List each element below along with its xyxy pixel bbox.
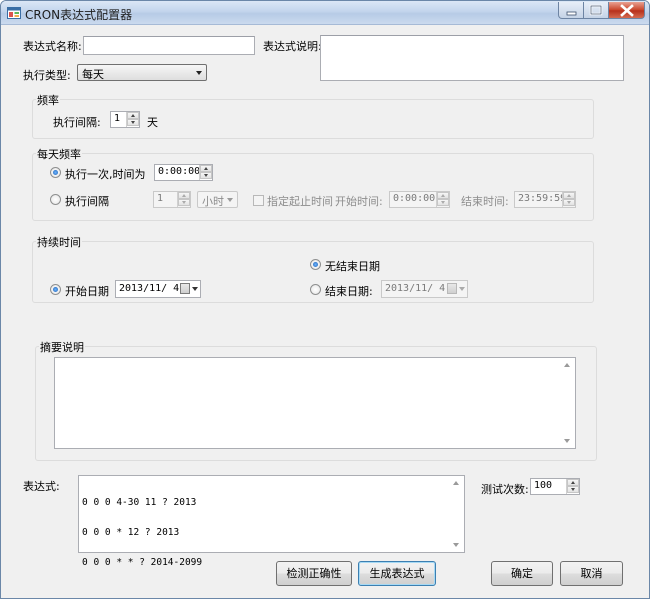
end-time-label: 结束时间: <box>461 195 509 208</box>
calendar-icon[interactable] <box>447 283 457 294</box>
expression-scrollbar[interactable] <box>449 476 464 552</box>
range-time-check-label: 指定起止时间 <box>267 195 333 208</box>
end-date-radio[interactable] <box>310 284 321 295</box>
expression-label: 表达式: <box>23 480 60 493</box>
close-button[interactable] <box>609 2 645 19</box>
expression-line: 0 0 0 * 12 ? 2013 <box>82 527 180 538</box>
test-count-stepper[interactable]: 100 <box>530 478 580 495</box>
daily-once-time-value: 0:00:00 <box>158 166 201 177</box>
summary-textarea[interactable] <box>54 357 576 449</box>
end-date-picker[interactable]: 2013/11/ 4 <box>381 280 468 298</box>
expression-line: 0 0 0 * * ? 2014-2099 <box>82 557 203 568</box>
minimize-button[interactable] <box>558 2 584 19</box>
frequency-interval-value: 1 <box>114 113 121 124</box>
spin-down-icon[interactable] <box>437 199 449 206</box>
end-time-picker[interactable]: 23:59:59 <box>514 191 576 208</box>
execution-type-label: 执行类型: <box>23 69 71 82</box>
daily-once-time-picker[interactable]: 0:00:00 <box>154 164 213 181</box>
frequency-interval-label: 执行间隔: <box>53 116 101 129</box>
spin-down-icon[interactable] <box>567 486 579 493</box>
spin-down-icon[interactable] <box>563 199 575 206</box>
end-time-value: 23:59:59 <box>518 193 567 204</box>
main-window: CRON表达式配置器 表达式名称: 表达式说明: 执行类型: 每天 频率 执行间… <box>0 0 650 599</box>
spin-up-icon[interactable] <box>563 192 575 199</box>
range-time-checkbox[interactable] <box>253 195 264 206</box>
daily-interval-value: 1 <box>157 193 164 204</box>
end-date-label: 结束日期: <box>325 285 373 298</box>
generate-expression-button[interactable]: 生成表达式 <box>358 561 436 586</box>
app-window-icon <box>7 7 21 19</box>
execution-type-select[interactable]: 每天 <box>77 64 207 81</box>
start-date-label: 开始日期 <box>65 285 109 298</box>
close-icon <box>620 4 634 17</box>
expression-name-input[interactable] <box>83 36 255 55</box>
daily-interval-unit-select[interactable]: 小时 <box>197 191 238 208</box>
summary-title: 摘要说明 <box>39 339 85 355</box>
start-time-label: 开始时间: <box>335 195 383 208</box>
spin-up-icon[interactable] <box>437 192 449 199</box>
frequency-interval-stepper[interactable]: 1 <box>110 111 140 128</box>
expression-line: 0 0 0 4-30 11 ? 2013 <box>82 497 197 508</box>
scroll-down-icon[interactable] <box>564 439 570 443</box>
frequency-group-title: 频率 <box>36 92 60 108</box>
duration-title: 持续时间 <box>36 234 82 250</box>
scroll-down-icon[interactable] <box>453 543 459 547</box>
maximize-button[interactable] <box>584 2 609 19</box>
start-date-picker[interactable]: 2013/11/ 4 <box>115 280 201 298</box>
chevron-down-icon <box>192 287 198 291</box>
chevron-down-icon <box>227 198 233 202</box>
summary-scrollbar[interactable] <box>560 358 575 448</box>
daily-interval-label: 执行间隔 <box>65 195 109 208</box>
test-count-label: 测试次数: <box>481 483 529 496</box>
spin-up-icon[interactable] <box>127 112 139 119</box>
start-date-radio[interactable] <box>50 284 61 295</box>
chevron-down-icon <box>459 287 465 291</box>
start-date-value: 2013/11/ 4 <box>119 283 180 294</box>
frequency-unit-label: 天 <box>147 116 158 129</box>
execution-type-value: 每天 <box>82 68 104 81</box>
cancel-button[interactable]: 取消 <box>560 561 623 586</box>
start-time-picker[interactable]: 0:00:00 <box>389 191 450 208</box>
ok-button[interactable]: 确定 <box>491 561 553 586</box>
expression-desc-input[interactable] <box>320 35 624 81</box>
spin-down-icon[interactable] <box>127 119 139 126</box>
check-validity-button[interactable]: 检测正确性 <box>276 561 352 586</box>
spin-down-icon[interactable] <box>200 172 212 179</box>
scroll-up-icon[interactable] <box>453 481 459 485</box>
test-count-value: 100 <box>534 480 553 491</box>
minimize-icon <box>566 11 577 16</box>
daily-frequency-title: 每天频率 <box>36 146 82 162</box>
daily-interval-radio[interactable] <box>50 194 61 205</box>
window-title: CRON表达式配置器 <box>25 8 133 22</box>
daily-once-radio[interactable] <box>50 167 61 178</box>
daily-frequency-group <box>32 153 594 221</box>
daily-interval-unit-value: 小时 <box>202 195 224 208</box>
maximize-icon <box>589 4 603 16</box>
end-date-value: 2013/11/ 4 <box>385 283 446 294</box>
no-end-date-radio[interactable] <box>310 259 321 270</box>
spin-up-icon[interactable] <box>200 165 212 172</box>
spin-up-icon[interactable] <box>178 192 190 199</box>
spin-up-icon[interactable] <box>567 479 579 486</box>
spin-down-icon[interactable] <box>178 199 190 206</box>
daily-interval-stepper[interactable]: 1 <box>153 191 191 208</box>
start-time-value: 0:00:00 <box>393 193 436 204</box>
daily-once-label: 执行一次,时间为 <box>65 168 146 181</box>
scroll-up-icon[interactable] <box>564 363 570 367</box>
calendar-icon[interactable] <box>180 283 190 294</box>
expression-textarea[interactable]: 0 0 0 4-30 11 ? 2013 0 0 0 * 12 ? 2013 0… <box>78 475 465 568</box>
no-end-date-label: 无结束日期 <box>325 260 380 273</box>
chevron-down-icon <box>196 71 202 75</box>
expression-name-label: 表达式名称: <box>23 40 82 53</box>
expression-desc-label: 表达式说明: <box>263 40 322 53</box>
title-bar[interactable]: CRON表达式配置器 <box>1 1 649 25</box>
